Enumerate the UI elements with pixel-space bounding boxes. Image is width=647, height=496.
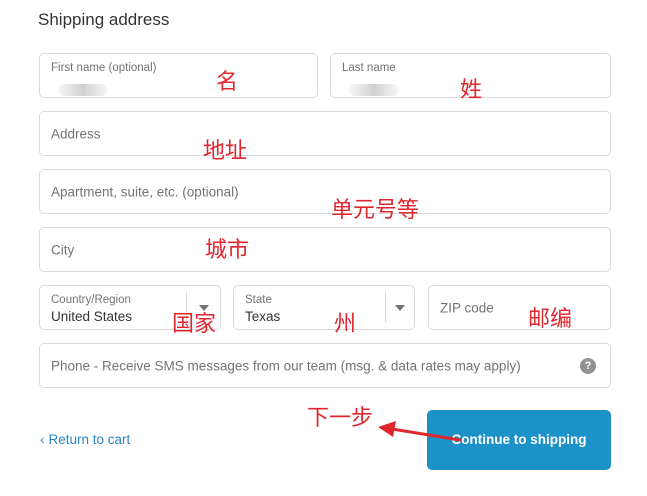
annotation-arrow-icon — [378, 421, 462, 442]
